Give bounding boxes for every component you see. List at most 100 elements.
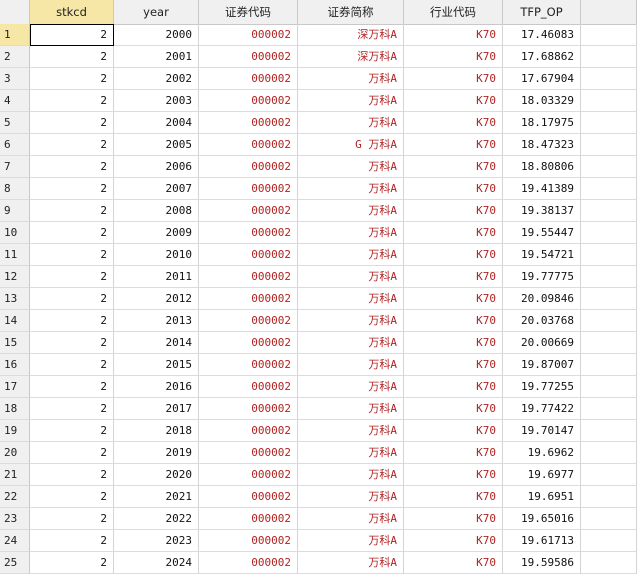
cell-stkcd[interactable]: 2 [30,222,114,244]
row-number[interactable]: 19 [0,420,30,442]
cell-year[interactable]: 2014 [114,332,199,354]
cell-tfp-op[interactable]: 20.00669 [503,332,581,354]
cell-stkcd[interactable]: 2 [30,420,114,442]
table-row[interactable]: 19 2 2018 000002 万科A K70 19.70147 [0,420,637,442]
row-number[interactable]: 3 [0,68,30,90]
cell-security-code[interactable]: 000002 [199,200,298,222]
cell-security-code[interactable]: 000002 [199,222,298,244]
cell-tfp-op[interactable]: 19.55447 [503,222,581,244]
cell-year[interactable]: 2011 [114,266,199,288]
cell-security-code[interactable]: 000002 [199,288,298,310]
cell-stkcd[interactable]: 2 [30,112,114,134]
cell-industry-code[interactable]: K70 [404,354,503,376]
cell-industry-code[interactable]: K70 [404,332,503,354]
cell-security-code[interactable]: 000002 [199,178,298,200]
cell-security-name[interactable]: 万科A [298,508,404,530]
cell-tfp-op[interactable]: 17.46083 [503,24,581,46]
cell-tfp-op[interactable]: 19.70147 [503,420,581,442]
row-number[interactable]: 15 [0,332,30,354]
cell-security-name[interactable]: 万科A [298,68,404,90]
cell-industry-code[interactable]: K70 [404,288,503,310]
table-row[interactable]: 17 2 2016 000002 万科A K70 19.77255 [0,376,637,398]
cell-security-name[interactable]: 万科A [298,376,404,398]
cell-security-code[interactable]: 000002 [199,442,298,464]
cell-security-code[interactable]: 000002 [199,354,298,376]
cell-security-name[interactable]: 万科A [298,486,404,508]
cell-industry-code[interactable]: K70 [404,222,503,244]
cell-tfp-op[interactable]: 18.03329 [503,90,581,112]
table-row[interactable]: 18 2 2017 000002 万科A K70 19.77422 [0,398,637,420]
cell-security-name[interactable]: 万科A [298,310,404,332]
cell-stkcd[interactable]: 2 [30,530,114,552]
cell-stkcd[interactable]: 2 [30,178,114,200]
row-number[interactable]: 8 [0,178,30,200]
cell-stkcd[interactable]: 2 [30,508,114,530]
cell-tfp-op[interactable]: 19.6962 [503,442,581,464]
cell-stkcd[interactable]: 2 [30,376,114,398]
cell-security-code[interactable]: 000002 [199,244,298,266]
table-row[interactable]: 20 2 2019 000002 万科A K70 19.6962 [0,442,637,464]
cell-security-code[interactable]: 000002 [199,530,298,552]
cell-stkcd[interactable]: 2 [30,134,114,156]
cell-industry-code[interactable]: K70 [404,420,503,442]
cell-tfp-op[interactable]: 20.03768 [503,310,581,332]
cell-tfp-op[interactable]: 19.61713 [503,530,581,552]
cell-security-code[interactable]: 000002 [199,266,298,288]
cell-security-name[interactable]: 万科A [298,464,404,486]
column-header-security-name[interactable]: 证券简称 [298,0,404,24]
row-number[interactable]: 5 [0,112,30,134]
table-row[interactable]: 13 2 2012 000002 万科A K70 20.09846 [0,288,637,310]
cell-tfp-op[interactable]: 19.38137 [503,200,581,222]
cell-security-name[interactable]: 万科A [298,530,404,552]
row-number[interactable]: 17 [0,376,30,398]
cell-industry-code[interactable]: K70 [404,244,503,266]
table-row[interactable]: 2 2 2001 000002 深万科A K70 17.68862 [0,46,637,68]
table-row[interactable]: 1 2 2000 000002 深万科A K70 17.46083 [0,24,637,46]
row-number[interactable]: 16 [0,354,30,376]
cell-security-name[interactable]: 万科A [298,178,404,200]
cell-year[interactable]: 2004 [114,112,199,134]
cell-security-code[interactable]: 000002 [199,134,298,156]
cell-stkcd[interactable]: 2 [30,266,114,288]
cell-security-name[interactable]: 万科A [298,354,404,376]
cell-security-code[interactable]: 000002 [199,24,298,46]
cell-year[interactable]: 2024 [114,552,199,574]
cell-year[interactable]: 2009 [114,222,199,244]
cell-stkcd[interactable]: 2 [30,486,114,508]
cell-industry-code[interactable]: K70 [404,464,503,486]
cell-security-name[interactable]: 万科A [298,112,404,134]
cell-tfp-op[interactable]: 17.67904 [503,68,581,90]
cell-security-name[interactable]: 万科A [298,222,404,244]
cell-tfp-op[interactable]: 20.09846 [503,288,581,310]
cell-industry-code[interactable]: K70 [404,24,503,46]
cell-industry-code[interactable]: K70 [404,178,503,200]
row-number[interactable]: 11 [0,244,30,266]
cell-security-name[interactable]: 万科A [298,552,404,574]
cell-security-code[interactable]: 000002 [199,332,298,354]
cell-stkcd[interactable]: 2 [30,552,114,574]
column-header-year[interactable]: year [114,0,199,24]
row-number[interactable]: 2 [0,46,30,68]
cell-security-name[interactable]: G 万科A [298,134,404,156]
cell-year[interactable]: 2021 [114,486,199,508]
cell-industry-code[interactable]: K70 [404,112,503,134]
cell-industry-code[interactable]: K70 [404,156,503,178]
cell-tfp-op[interactable]: 18.47323 [503,134,581,156]
table-row[interactable]: 21 2 2020 000002 万科A K70 19.6977 [0,464,637,486]
cell-tfp-op[interactable]: 18.80806 [503,156,581,178]
cell-tfp-op[interactable]: 19.65016 [503,508,581,530]
row-number[interactable]: 20 [0,442,30,464]
row-number[interactable]: 10 [0,222,30,244]
cell-stkcd[interactable]: 2 [30,200,114,222]
cell-security-code[interactable]: 000002 [199,420,298,442]
cell-stkcd[interactable]: 2 [30,332,114,354]
cell-security-name[interactable]: 万科A [298,266,404,288]
cell-stkcd[interactable]: 2 [30,354,114,376]
cell-stkcd[interactable]: 2 [30,310,114,332]
cell-year[interactable]: 2019 [114,442,199,464]
cell-security-code[interactable]: 000002 [199,46,298,68]
row-number[interactable]: 14 [0,310,30,332]
cell-tfp-op[interactable]: 18.17975 [503,112,581,134]
cell-year[interactable]: 2008 [114,200,199,222]
cell-year[interactable]: 2000 [114,24,199,46]
